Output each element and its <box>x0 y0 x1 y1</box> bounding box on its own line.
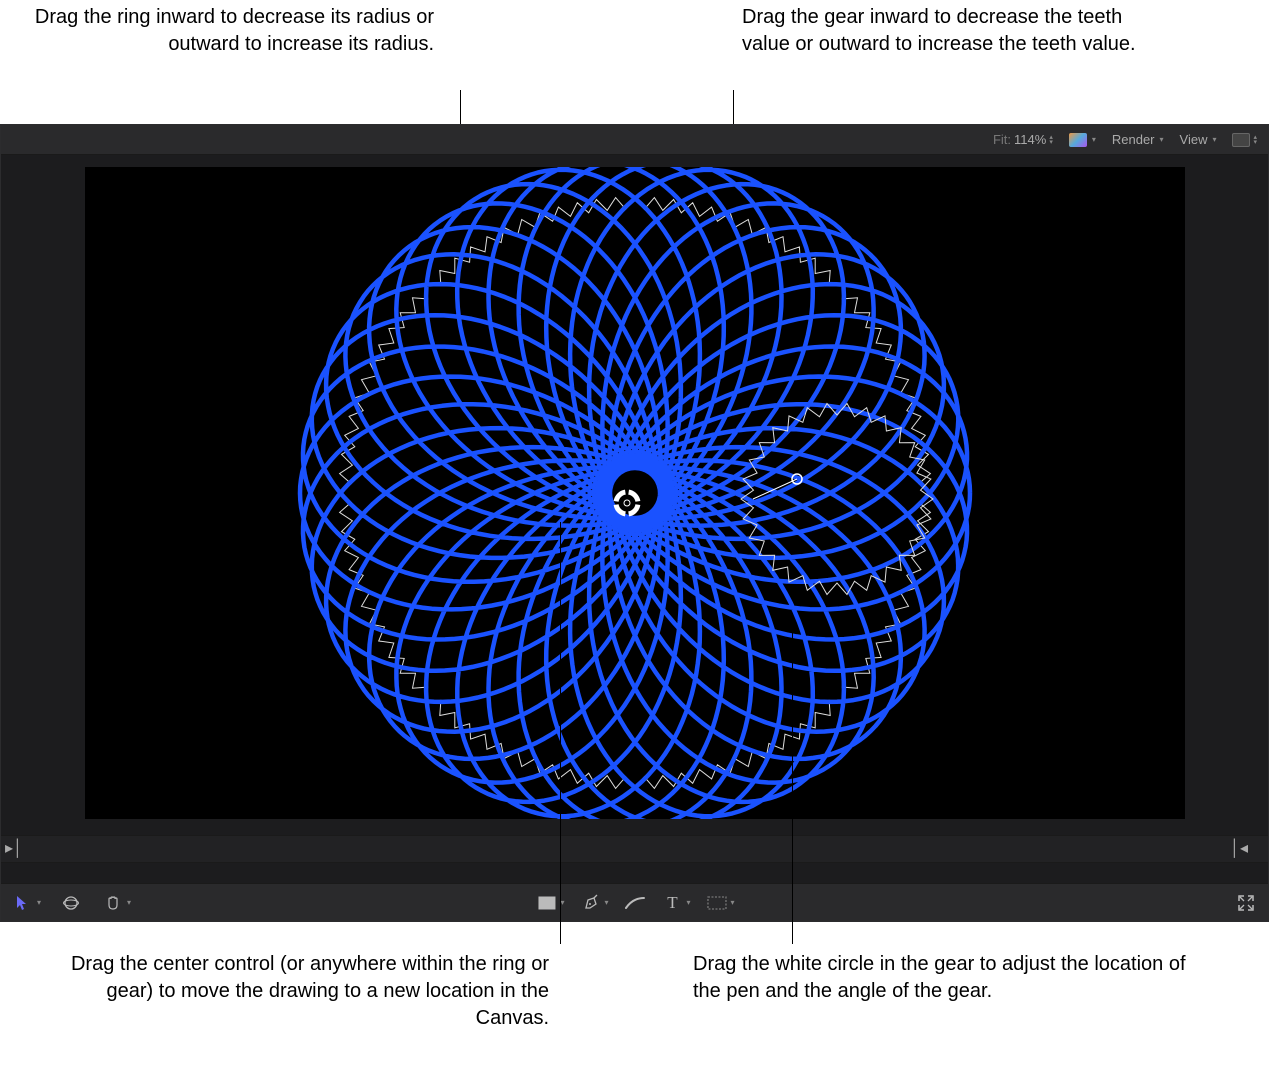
callout-center: Drag the center control (or anywhere wit… <box>49 951 549 1032</box>
timeline-gap <box>1 863 1268 883</box>
fit-zoom-control[interactable]: Fit: 114% ▴▾ <box>990 132 1056 147</box>
spirograph-overlay <box>85 167 1185 819</box>
brush-stroke-icon <box>623 891 647 915</box>
canvas[interactable] <box>85 167 1185 819</box>
select-tool[interactable]: ▾ <box>11 891 41 915</box>
fit-value: 114% <box>1014 132 1046 147</box>
render-label: Render <box>1112 132 1155 147</box>
chevron-down-icon: ▾ <box>1160 135 1164 144</box>
center-dot[interactable] <box>624 500 630 506</box>
orbit-icon <box>59 891 83 915</box>
mini-timeline[interactable]: ▸│ │◂ <box>1 835 1268 863</box>
stepper-icon: ▴▾ <box>1253 135 1257 145</box>
canvas-bottom-toolbar: ▾ ▾ ▾ ▾ <box>1 883 1268 921</box>
center-control[interactable] <box>616 492 625 501</box>
fullscreen-button[interactable] <box>1234 891 1258 915</box>
hand-icon <box>101 891 125 915</box>
center-control[interactable] <box>628 505 637 514</box>
chevron-down-icon: ▾ <box>687 898 691 907</box>
center-control[interactable] <box>616 505 625 514</box>
callout-pen: Drag the white circle in the gear to adj… <box>693 951 1193 1005</box>
render-popup[interactable]: Render ▾ <box>1109 132 1167 147</box>
text-icon: T <box>661 891 685 915</box>
orbit-tool[interactable] <box>59 891 83 915</box>
text-tool[interactable]: T ▾ <box>661 891 691 915</box>
stepper-icon: ▴▾ <box>1049 135 1053 145</box>
chevron-down-icon: ▾ <box>1212 135 1216 144</box>
pan-tool[interactable]: ▾ <box>101 891 131 915</box>
pen-nib-icon <box>578 891 602 915</box>
fit-label: Fit: <box>993 132 1011 147</box>
mask-tool[interactable]: ▾ <box>705 891 735 915</box>
chevron-down-icon: ▾ <box>127 898 131 907</box>
callout-ring: Drag the ring inward to decrease its rad… <box>4 4 434 58</box>
canvas-area <box>1 155 1268 835</box>
bezier-tool[interactable]: ▾ <box>578 891 608 915</box>
layout-popup[interactable]: ▴▾ <box>1229 133 1260 147</box>
mask-rect-icon <box>705 891 729 915</box>
leader-center <box>560 522 561 944</box>
arrow-cursor-icon <box>11 891 35 915</box>
callout-gear: Drag the gear inward to decrease the tee… <box>742 4 1162 58</box>
viewer-window: Fit: 114% ▴▾ ▾ Render ▾ View ▾ ▴▾ ▸│ <box>0 124 1269 922</box>
color-swatch-icon <box>1069 133 1087 147</box>
viewer-top-toolbar: Fit: 114% ▴▾ ▾ Render ▾ View ▾ ▴▾ <box>1 125 1268 155</box>
chevron-down-icon: ▾ <box>731 898 735 907</box>
rectangle-icon <box>534 891 558 915</box>
paint-stroke-tool[interactable] <box>623 891 647 915</box>
chevron-down-icon: ▾ <box>1092 135 1096 144</box>
play-range-start-icon[interactable]: ▸│ <box>5 838 23 858</box>
chevron-down-icon: ▾ <box>560 898 564 907</box>
play-range-end-icon[interactable]: │◂ <box>1230 838 1248 858</box>
expand-arrows-icon <box>1234 891 1258 915</box>
chevron-down-icon: ▾ <box>37 898 41 907</box>
center-control[interactable] <box>628 492 637 501</box>
chevron-down-icon: ▾ <box>604 898 608 907</box>
view-popup[interactable]: View ▾ <box>1177 132 1220 147</box>
leader-pen <box>792 614 793 944</box>
color-channel-popup[interactable]: ▾ <box>1066 133 1099 147</box>
view-label: View <box>1180 132 1208 147</box>
layout-icon <box>1232 133 1250 147</box>
